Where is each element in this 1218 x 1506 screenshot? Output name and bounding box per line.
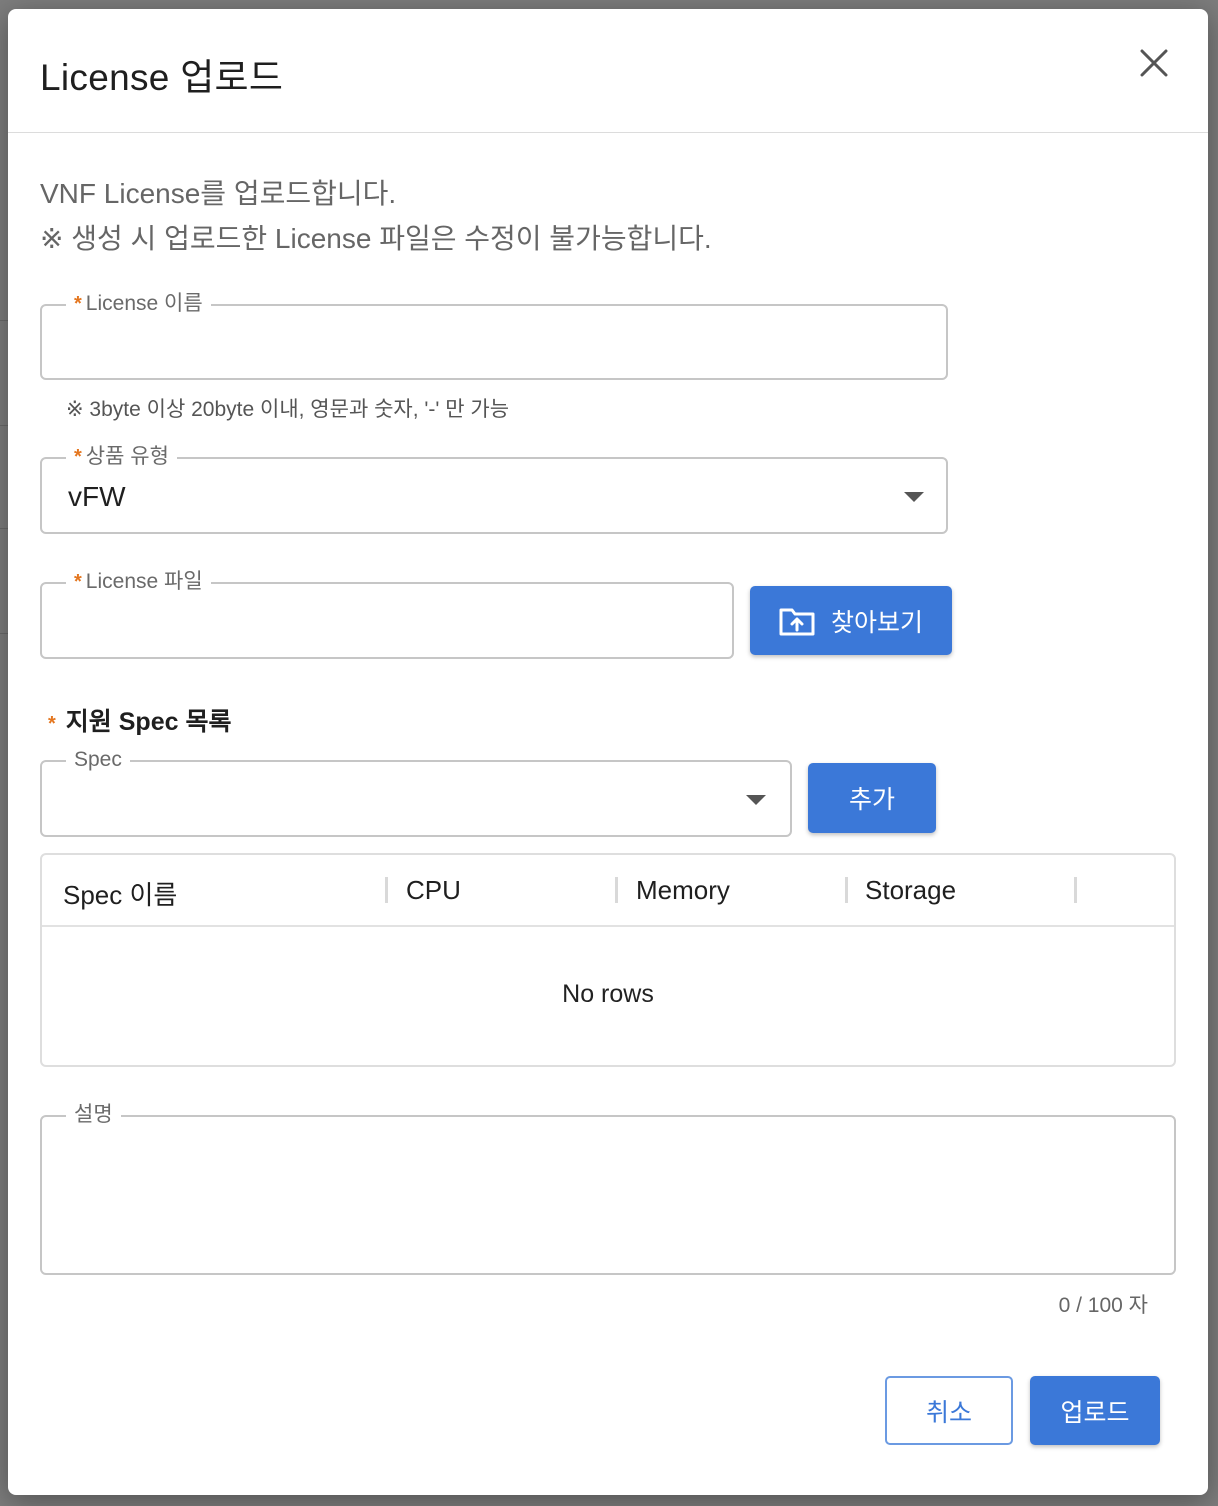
dialog-header: License 업로드: [8, 9, 1208, 133]
column-header-spec-name[interactable]: Spec 이름: [63, 875, 177, 912]
license-name-hint: ※ 3byte 이상 20byte 이내, 영문과 숫자, '-' 만 가능: [66, 398, 510, 421]
description-char-counter: 0 / 100 자: [1058, 1294, 1148, 1317]
upload-button[interactable]: 업로드: [1030, 1376, 1160, 1445]
required-mark: *: [48, 713, 56, 735]
add-spec-button[interactable]: 추가: [808, 763, 936, 833]
column-header-memory[interactable]: Memory: [636, 875, 730, 906]
column-header-cpu[interactable]: CPU: [406, 875, 461, 906]
dialog-notice: ※ 생성 시 업로드한 License 파일은 수정이 불가능합니다.: [40, 223, 712, 254]
product-type-select[interactable]: * 상품 유형 vFW: [40, 442, 948, 534]
license-name-input[interactable]: [42, 306, 946, 378]
product-type-value: vFW: [68, 481, 126, 512]
spec-table: Spec 이름 CPU Memory Storage No rows: [40, 853, 1176, 1067]
spec-section-title: * 지원 Spec 목록: [48, 708, 232, 736]
browse-button[interactable]: 찾아보기: [750, 586, 952, 655]
dialog-title: License 업로드: [40, 57, 284, 98]
license-file-input[interactable]: [42, 584, 732, 657]
license-file-field[interactable]: * License 파일: [40, 567, 734, 659]
chevron-down-icon: [904, 492, 924, 502]
close-button[interactable]: [1134, 43, 1174, 83]
column-separator[interactable]: [615, 877, 618, 903]
column-separator[interactable]: [845, 877, 848, 903]
column-header-storage[interactable]: Storage: [865, 875, 956, 906]
chevron-down-icon: [746, 795, 766, 805]
folder-upload-icon: [779, 608, 815, 635]
table-empty-message: No rows: [562, 980, 654, 1008]
product-type-label: * 상품 유형: [66, 442, 177, 472]
column-separator[interactable]: [1074, 877, 1077, 903]
description-textarea[interactable]: [42, 1117, 1174, 1273]
close-icon: [1140, 49, 1168, 77]
license-name-field[interactable]: * License 이름: [40, 289, 948, 380]
description-field[interactable]: 설명: [40, 1100, 1176, 1275]
dialog-description: VNF License를 업로드합니다.: [40, 178, 397, 209]
cancel-button[interactable]: 취소: [885, 1376, 1013, 1445]
spec-label: Spec: [66, 745, 130, 775]
table-header: Spec 이름 CPU Memory Storage: [42, 855, 1174, 927]
column-separator[interactable]: [385, 877, 388, 903]
license-upload-dialog: License 업로드 VNF License를 업로드합니다. ※ 생성 시 …: [8, 9, 1208, 1495]
spec-select[interactable]: Spec: [40, 745, 792, 837]
required-mark: *: [74, 446, 82, 468]
